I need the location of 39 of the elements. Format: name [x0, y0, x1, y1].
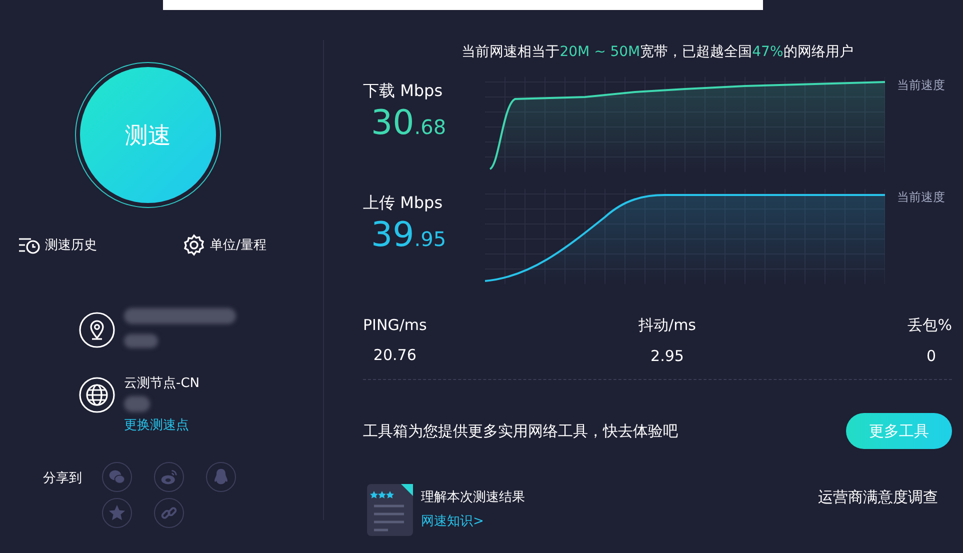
wechat-share-button[interactable]: [102, 462, 132, 492]
link-icon: [160, 504, 178, 522]
tools-promo-text: 工具箱为您提供更多实用网络工具，快去体验吧: [363, 422, 678, 440]
speed-summary: 当前网速相当于20M ~ 50M宽带，已超越全国47%的网络用户: [460, 43, 854, 61]
speed-label: 下载 Mbps: [363, 81, 444, 102]
metric-label: 抖动/ms: [638, 316, 696, 335]
redacted-text: [124, 334, 158, 348]
star-icon: [108, 504, 126, 522]
settings-icon: [183, 234, 205, 256]
knowledge-link[interactable]: 网速知识>: [421, 512, 525, 530]
survey-link[interactable]: 运营商满意度调查: [818, 488, 938, 507]
speed-label: 上传 Mbps: [363, 193, 444, 214]
speed-value: 39.95: [371, 217, 448, 254]
current-speed-label: 当前速度: [897, 77, 945, 94]
qzone-share-button[interactable]: [102, 498, 132, 528]
metric-label: PING/ms: [363, 316, 427, 334]
share-label: 分享到: [43, 470, 82, 487]
metric-label: 丢包%: [908, 316, 952, 335]
server-name: 云测节点-CN: [124, 375, 200, 392]
current-speed-label: 当前速度: [897, 189, 945, 206]
change-server-link[interactable]: 更换测速点: [124, 416, 200, 434]
history-button[interactable]: 测速历史: [18, 234, 97, 256]
settings-button[interactable]: 单位/量程: [183, 234, 266, 256]
link-share-button[interactable]: [154, 498, 184, 528]
redacted-text: [124, 396, 150, 412]
weibo-icon: [160, 468, 178, 486]
document-icon: [367, 484, 413, 536]
chat-bubbles-icon: [108, 468, 126, 486]
globe-icon: [79, 377, 115, 413]
penguin-icon: [212, 468, 230, 486]
metric-value: 2.95: [650, 347, 684, 365]
history-icon: [18, 236, 40, 254]
qq-share-button[interactable]: [206, 462, 236, 492]
weibo-share-button[interactable]: [154, 462, 184, 492]
location-pin-icon: [79, 312, 115, 348]
knowledge-title: 理解本次测速结果: [421, 489, 525, 506]
metric-value: 0: [926, 347, 936, 365]
speed-value: 30.68: [371, 105, 448, 142]
metric-value: 20.76: [373, 346, 416, 364]
